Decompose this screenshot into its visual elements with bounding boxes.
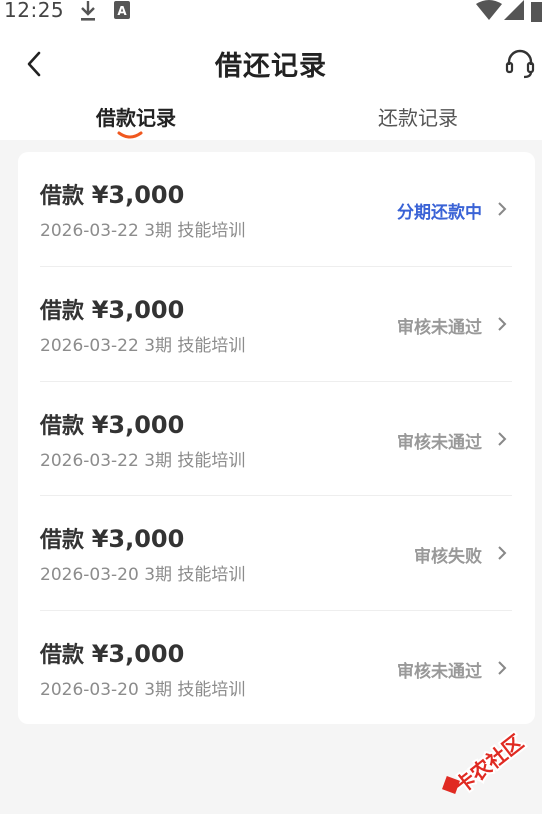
list-item[interactable]: 借款 ¥3,000 2026-03-20 3期 技能培训 审核未通过: [40, 610, 512, 724]
chevron-right-icon: [498, 546, 507, 560]
record-meta: 2026-03-22 3期 技能培训: [40, 336, 246, 356]
record-meta: 2026-03-20 3期 技能培训: [40, 565, 246, 585]
status-badge: 审核未通过: [397, 318, 482, 338]
chevron-right-icon: [498, 661, 507, 675]
status-time: 12:25: [4, 0, 65, 22]
status-badge: 审核未通过: [397, 662, 482, 682]
header: 借还记录 借款记录 还款记录: [0, 24, 542, 140]
list-item[interactable]: 借款 ¥3,000 2026-03-20 3期 技能培训 审核失败: [40, 495, 512, 609]
svg-text:卡农社区: 卡农社区: [450, 730, 528, 798]
record-meta: 2026-03-22 3期 技能培训: [40, 451, 246, 471]
chevron-right-icon: [498, 432, 507, 446]
record-amount: 借款 ¥3,000: [40, 640, 185, 668]
page-title: 借还记录: [215, 51, 327, 82]
record-meta: 2026-03-22 3期 技能培训: [40, 221, 246, 241]
wifi-icon: [476, 0, 502, 20]
svg-text:A: A: [117, 4, 127, 18]
download-icon: [81, 1, 95, 21]
watermark-logo: 卡农社区 卡农社区: [442, 728, 530, 800]
battery-icon: [531, 2, 542, 22]
record-amount: 借款 ¥3,000: [40, 411, 185, 439]
status-badge: 审核失败: [414, 547, 482, 567]
list-item[interactable]: 借款 ¥3,000 2026-03-22 3期 技能培训 审核未通过: [40, 381, 512, 495]
signal-icon: [504, 0, 524, 20]
tab-borrow-records[interactable]: 借款记录: [46, 102, 226, 131]
customer-service-button[interactable]: [500, 46, 540, 82]
list-item[interactable]: 借款 ¥3,000 2026-03-22 3期 技能培训 审核未通过: [40, 266, 512, 380]
status-badge: 审核未通过: [397, 433, 482, 453]
record-meta: 2026-03-20 3期 技能培训: [40, 680, 246, 700]
record-amount: 借款 ¥3,000: [40, 525, 185, 553]
record-amount: 借款 ¥3,000: [40, 181, 185, 209]
tab-repay-records[interactable]: 还款记录: [328, 102, 508, 131]
list-item[interactable]: 借款 ¥3,000 2026-03-22 3期 技能培训 分期还款中: [40, 152, 512, 266]
headset-icon: [505, 49, 535, 79]
keyboard-a-icon: A: [114, 1, 130, 19]
chevron-right-icon: [498, 317, 507, 331]
status-badge: 分期还款中: [397, 203, 482, 223]
chevron-right-icon: [498, 202, 507, 216]
record-amount: 借款 ¥3,000: [40, 296, 185, 324]
records-card: 借款 ¥3,000 2026-03-22 3期 技能培训 分期还款中 借款 ¥3…: [18, 152, 535, 724]
status-bar: 12:25 A: [0, 0, 542, 24]
tab-active-indicator: [117, 131, 143, 139]
